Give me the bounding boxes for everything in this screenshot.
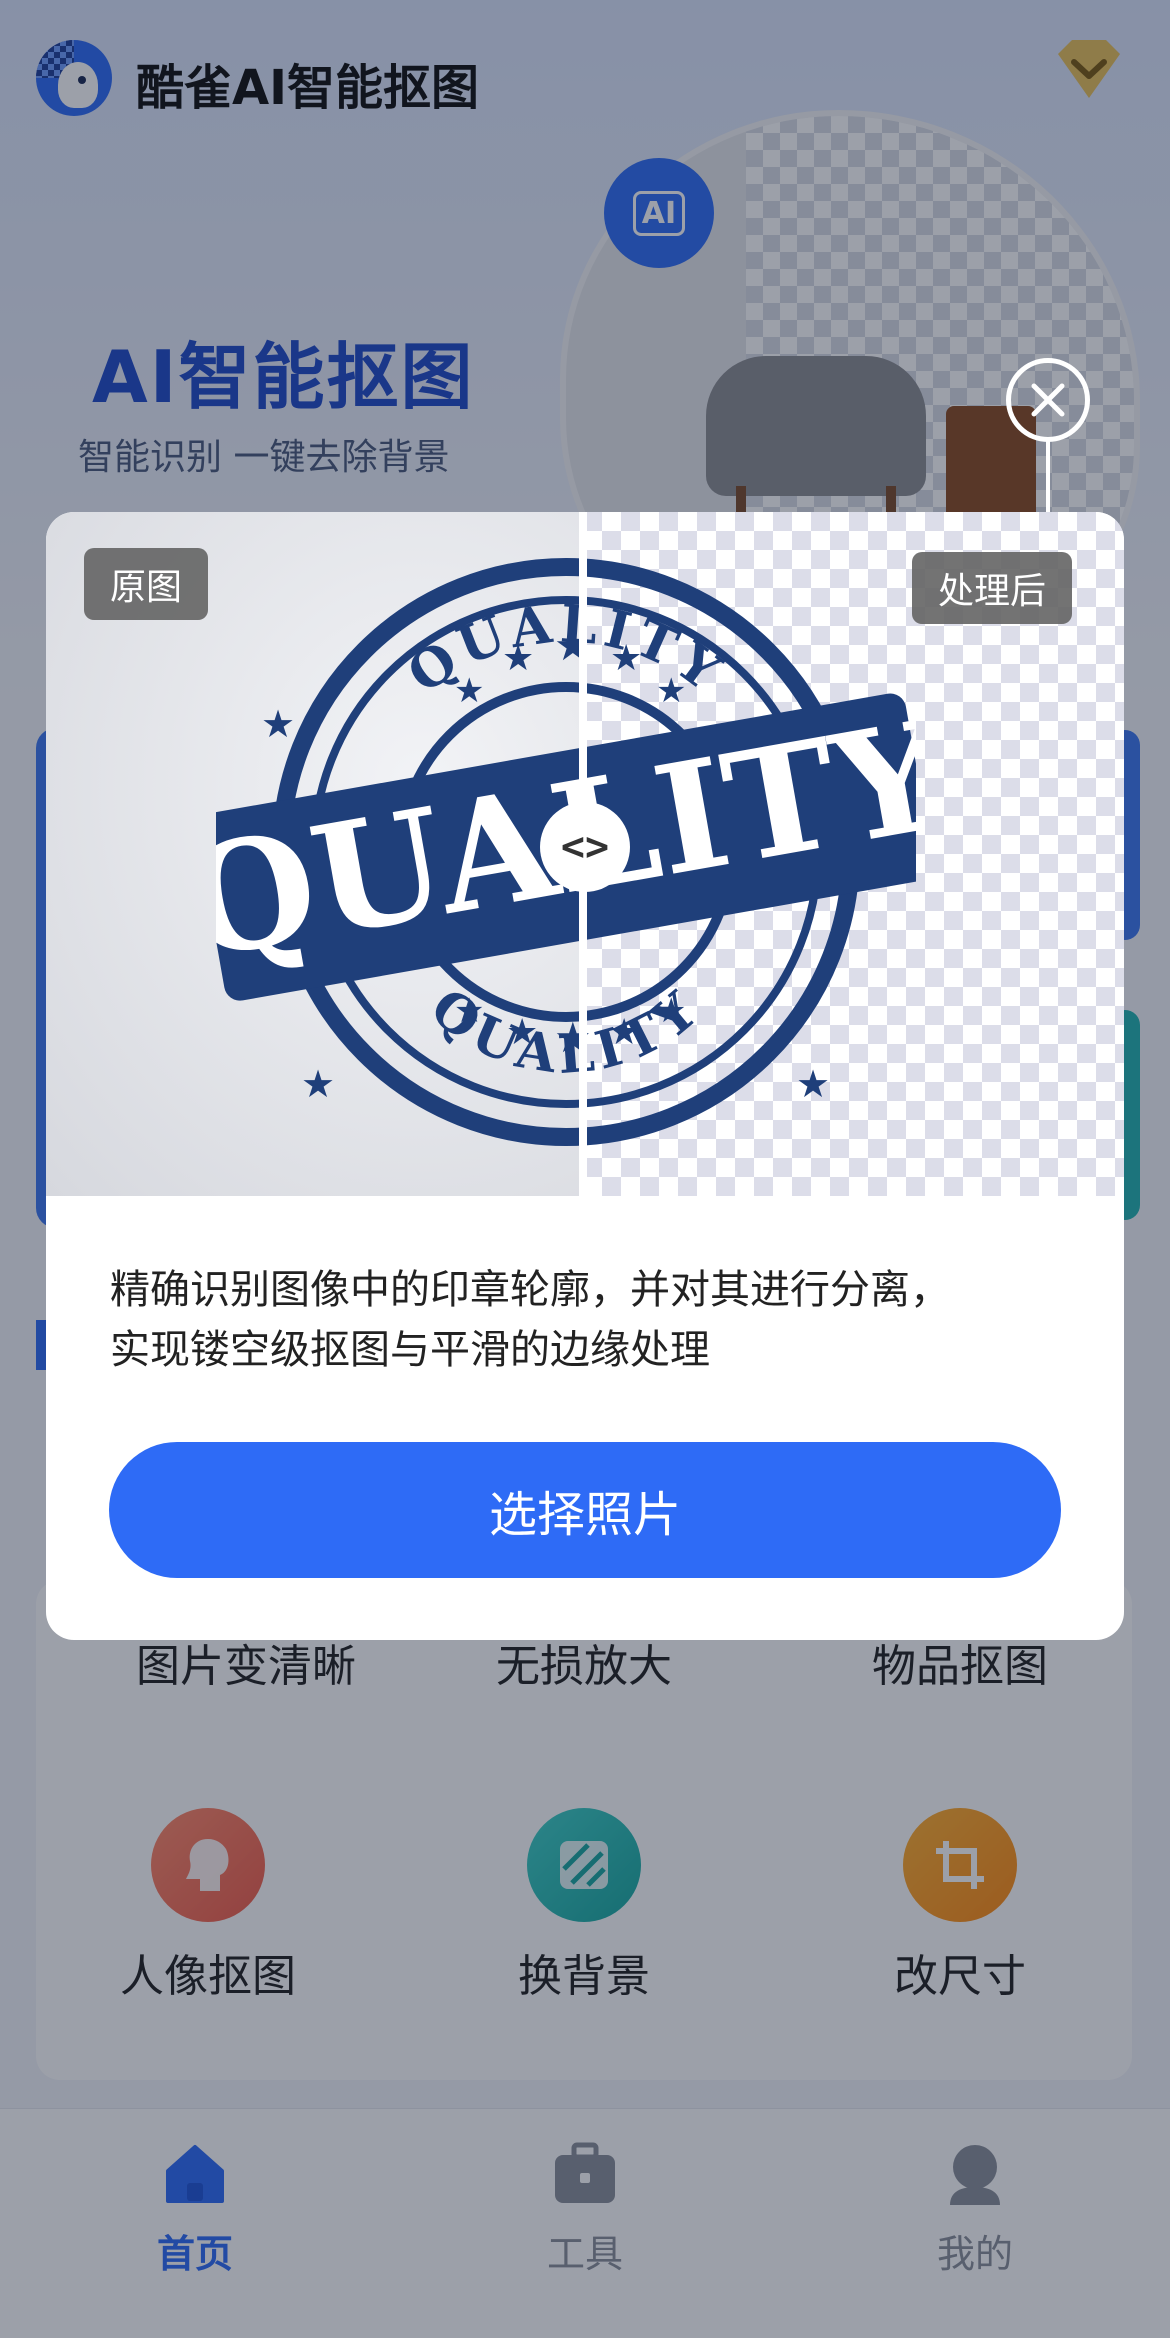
original-label: 原图 <box>84 548 209 620</box>
svg-text:★: ★ <box>796 1062 830 1106</box>
svg-text:★: ★ <box>502 638 534 679</box>
chevrons-left-right-icon: <> <box>560 824 610 870</box>
svg-text:★: ★ <box>656 991 686 1031</box>
close-icon <box>1031 383 1065 417</box>
close-connector <box>1046 440 1050 512</box>
processed-label: 处理后 <box>912 552 1073 624</box>
svg-text:★: ★ <box>506 1012 538 1053</box>
before-after-comparison[interactable]: QUALITY QUALITY ★ ★ ★ ★ ★ ★ ★ ★ ★ ★ ★ <box>46 512 1124 1196</box>
svg-text:★: ★ <box>454 671 484 711</box>
app-page: 酷雀AI智能抠图 AI智能抠图 智能识别 一键去除背景 AI 图片变清晰 无损放… <box>0 0 1170 2338</box>
modal-description: 精确识别图像中的印章轮廓，并对其进行分离， 实现镂空级抠图与平滑的边缘处理 <box>110 1267 950 1373</box>
svg-text:★: ★ <box>610 638 642 679</box>
svg-text:★: ★ <box>656 671 686 711</box>
svg-text:★: ★ <box>454 991 484 1031</box>
select-photo-button[interactable]: 选择照片 <box>109 1442 1061 1578</box>
svg-text:★: ★ <box>301 1062 335 1106</box>
svg-text:★: ★ <box>608 1012 640 1053</box>
comparison-handle[interactable]: <> <box>540 802 630 892</box>
close-button[interactable] <box>1006 358 1090 442</box>
svg-text:★: ★ <box>261 702 295 746</box>
feature-intro-modal: QUALITY QUALITY ★ ★ ★ ★ ★ ★ ★ ★ ★ ★ ★ <box>46 512 1124 1640</box>
